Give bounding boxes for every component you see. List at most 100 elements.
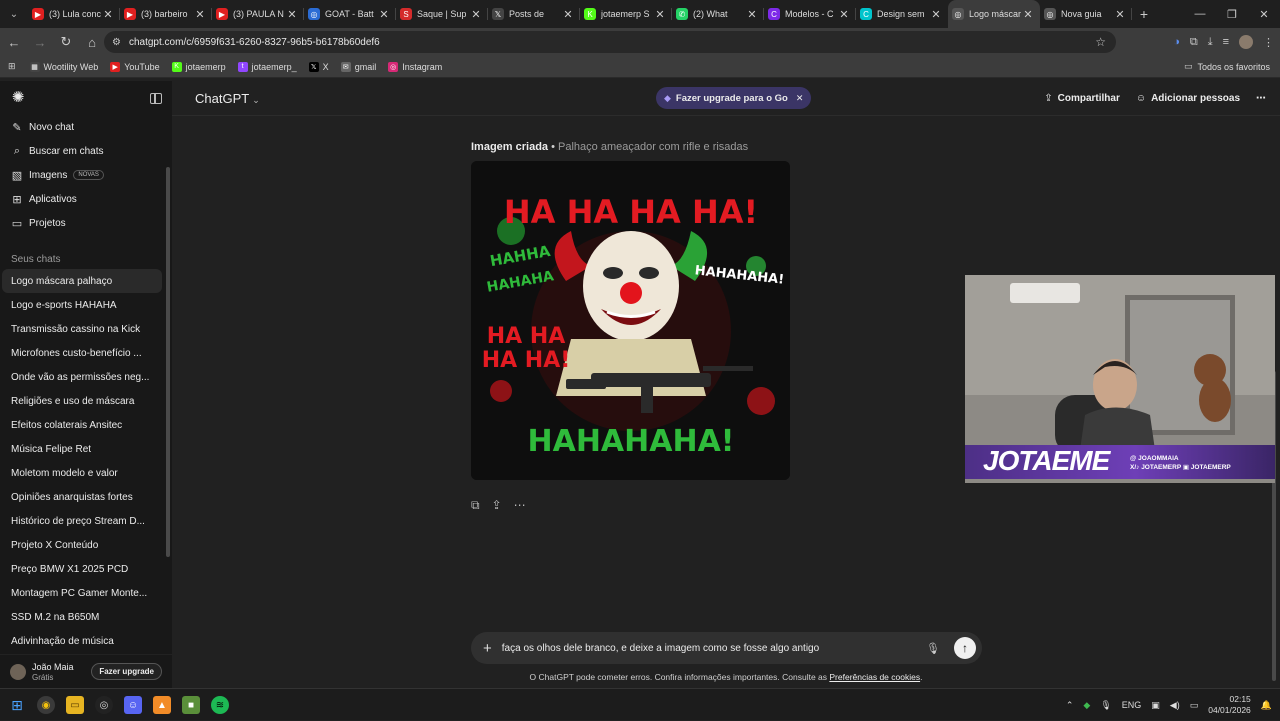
tab-close-icon[interactable]: ✕ xyxy=(1022,8,1034,21)
browser-tab[interactable]: ◎ Logo máscar ✕ xyxy=(948,0,1040,28)
chat-history-item[interactable]: Adivinhação de música xyxy=(2,629,162,653)
user-menu[interactable]: João Maia Grátis Fazer upgrade xyxy=(0,654,172,688)
chat-history-item[interactable]: Microfones custo-benefício ... xyxy=(2,341,162,365)
chat-history-item[interactable]: SSD M.2 na B650M xyxy=(2,605,162,629)
notifications-icon[interactable]: 🔔 xyxy=(1261,700,1272,711)
new-tab-button[interactable]: + xyxy=(1132,6,1156,22)
share-image-icon[interactable]: ⇪ xyxy=(492,498,502,513)
minecraft-icon[interactable]: ■ xyxy=(182,696,200,714)
share-button[interactable]: ⇪ Compartilhar xyxy=(1044,93,1120,104)
sidebar-nav-item[interactable]: ⊞ Aplicativos xyxy=(0,187,172,211)
tab-close-icon[interactable]: ✕ xyxy=(194,8,206,21)
bookmark-item[interactable]: ◎ Instagram xyxy=(388,61,442,72)
close-window-icon[interactable]: ✕ xyxy=(1248,8,1280,21)
plus-icon[interactable]: + xyxy=(483,640,492,657)
browser-menu-icon[interactable]: ⋮ xyxy=(1263,36,1274,49)
browser-tab[interactable]: C Modelos - C ✕ xyxy=(764,0,856,28)
extension-icon[interactable]: ◑ xyxy=(1173,36,1180,48)
tab-close-icon[interactable]: ✕ xyxy=(654,8,666,21)
site-info-icon[interactable]: ⚙ xyxy=(112,37,121,48)
vlc-icon[interactable]: ▲ xyxy=(153,696,171,714)
browser-tab[interactable]: ◎ GOAT - Batt ✕ xyxy=(304,0,396,28)
chat-history-item[interactable]: Logo máscara palhaço xyxy=(2,269,162,293)
reading-list-icon[interactable]: ≡ xyxy=(1223,36,1229,48)
microphone-icon[interactable]: 🎙 xyxy=(926,642,940,655)
tab-close-icon[interactable]: ✕ xyxy=(102,8,114,21)
chrome-icon[interactable]: ◉ xyxy=(37,696,55,714)
browser-tab[interactable]: ◎ Nova guia ✕ xyxy=(1040,0,1132,28)
forward-icon[interactable]: → xyxy=(28,30,52,54)
windows-start-icon[interactable]: ⊞ xyxy=(8,696,26,714)
tab-close-icon[interactable]: ✕ xyxy=(838,8,850,21)
browser-tab[interactable]: ▶ (3) PAULA N ✕ xyxy=(212,0,304,28)
sidebar-nav-item[interactable]: ▭ Projetos xyxy=(0,211,172,235)
chat-history-item[interactable]: Preço BMW X1 2025 PCD xyxy=(2,557,162,581)
browser-tab[interactable]: C Design sem ✕ xyxy=(856,0,948,28)
bookmark-item[interactable]: Kjotaemerp xyxy=(171,61,226,72)
chat-history-item[interactable]: Moletom modelo e valor xyxy=(2,461,162,485)
upgrade-button[interactable]: Fazer upgrade xyxy=(91,663,162,680)
browser-tab[interactable]: ▶ (3) Lula conc ✕ xyxy=(28,0,120,28)
home-icon[interactable]: ⌂ xyxy=(80,30,104,54)
reload-icon[interactable]: ↻ xyxy=(54,30,78,54)
sidebar-nav-item[interactable]: ✎ Novo chat xyxy=(0,115,172,139)
tab-close-icon[interactable]: ✕ xyxy=(746,8,758,21)
sidebar-toggle-icon[interactable] xyxy=(150,92,162,104)
bookmark-item[interactable]: ▦ Wootility Web xyxy=(29,61,98,72)
volume-icon[interactable]: ◀) xyxy=(1170,700,1180,711)
minimize-icon[interactable]: — xyxy=(1184,8,1216,20)
openai-logo-icon[interactable]: ✺ xyxy=(10,90,26,106)
maximize-icon[interactable]: ❐ xyxy=(1216,8,1248,21)
close-icon[interactable]: ✕ xyxy=(796,93,804,104)
chat-history-item[interactable]: Histórico de preço Stream D... xyxy=(2,509,162,533)
spotify-icon[interactable]: ≋ xyxy=(211,696,229,714)
chat-history-item[interactable]: Música Felipe Ret xyxy=(2,437,162,461)
bookmark-item[interactable]: 𝕏X xyxy=(308,61,329,72)
generated-image[interactable]: HA HA HA HA! HAHHA HAHAHA HAHAHAHA! HA H… xyxy=(471,161,790,480)
more-options-icon[interactable]: ⋯ xyxy=(1256,93,1266,104)
browser-tab[interactable]: Kjotaemerp S ✕ xyxy=(580,0,672,28)
bookmark-item[interactable]: t jotaemerp_ xyxy=(237,61,297,72)
add-people-button[interactable]: ☺ Adicionar pessoas xyxy=(1136,93,1240,104)
browser-tab[interactable]: ▶ (3) barbeiro ✕ xyxy=(120,0,212,28)
extensions-puzzle-icon[interactable]: ⧉ xyxy=(1190,36,1198,49)
chat-history-item[interactable]: Onde vão as permissões neg... xyxy=(2,365,162,389)
chat-history-item[interactable]: Logo e-sports HAHAHA xyxy=(2,293,162,317)
battery-icon[interactable]: ▭ xyxy=(1190,700,1199,711)
browser-tab[interactable]: ✆ (2) What ✕ xyxy=(672,0,764,28)
tab-close-icon[interactable]: ✕ xyxy=(930,8,942,21)
chat-history-item[interactable]: Projeto X Conteúdo xyxy=(2,533,162,557)
sidebar-nav-item[interactable]: ⌕ Buscar em chats xyxy=(0,139,172,163)
bookmark-star-icon[interactable]: ☆ xyxy=(1095,35,1106,49)
url-bar[interactable]: ⚙ chatgpt.com/c/6959f631-6260-8327-96b5-… xyxy=(104,31,1116,53)
chat-history-item[interactable]: Opiniões anarquistas fortes xyxy=(2,485,162,509)
language-indicator[interactable]: ENG xyxy=(1122,700,1142,710)
chat-history-item[interactable]: Transmissão cassino na Kick xyxy=(2,317,162,341)
discord-icon[interactable]: ☺ xyxy=(124,696,142,714)
bookmark-item[interactable]: ✉ gmail xyxy=(340,61,376,72)
prompt-input[interactable]: faça os olhos dele branco, e deixe a ima… xyxy=(502,643,926,654)
chat-history-item[interactable]: Efeitos colaterais Ansitec xyxy=(2,413,162,437)
tab-close-icon[interactable]: ✕ xyxy=(1114,8,1126,21)
browser-tab[interactable]: S Saque | Sup ✕ xyxy=(396,0,488,28)
tray-chevron-icon[interactable]: ⌃ xyxy=(1066,700,1074,711)
tab-close-icon[interactable]: ✕ xyxy=(286,8,298,21)
copy-icon[interactable]: ⧉ xyxy=(471,498,480,513)
defender-icon[interactable]: ◆ xyxy=(1083,700,1090,711)
back-icon[interactable]: ← xyxy=(2,30,26,54)
tab-close-icon[interactable]: ✕ xyxy=(470,8,482,21)
sidebar-scrollbar[interactable] xyxy=(166,167,170,557)
upgrade-go-pill[interactable]: ◆ Fazer upgrade para o Go ✕ xyxy=(656,87,812,109)
sidebar-nav-item[interactable]: ▧ Imagens NOVAS xyxy=(0,163,172,187)
download-icon[interactable]: ⤓ xyxy=(1208,36,1213,49)
browser-tab[interactable]: 𝕏 Posts de ✕ xyxy=(488,0,580,28)
clock[interactable]: 02:15 04/01/2026 xyxy=(1208,694,1251,716)
tab-close-icon[interactable]: ✕ xyxy=(562,8,574,21)
send-button[interactable]: ↑ xyxy=(954,637,976,659)
chat-history-item[interactable]: Religiões e uso de máscara xyxy=(2,389,162,413)
tab-search-icon[interactable]: ⌄ xyxy=(0,0,28,28)
cookie-preferences-link[interactable]: Preferências de cookies xyxy=(829,672,920,682)
network-icon[interactable]: ▣ xyxy=(1151,700,1160,711)
tab-close-icon[interactable]: ✕ xyxy=(378,8,390,21)
more-icon[interactable]: ⋯ xyxy=(514,498,526,513)
